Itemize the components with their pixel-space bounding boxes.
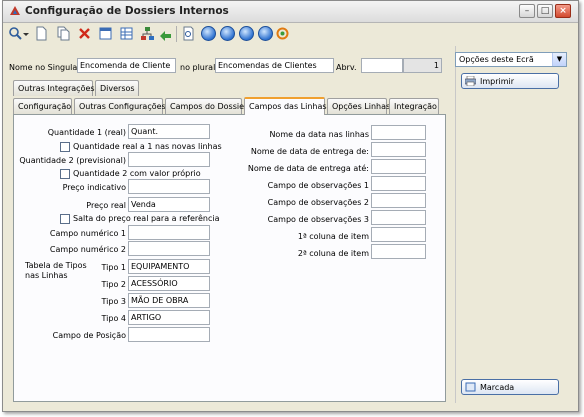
price-real-label: Preço real bbox=[86, 201, 126, 210]
marked-icon bbox=[465, 382, 476, 392]
qty2-checkbox-label: Quantidade 2 com valor próprio bbox=[73, 169, 201, 178]
record-number-field: 1 bbox=[403, 58, 442, 73]
tab-diversos[interactable]: Diversos bbox=[95, 80, 139, 96]
tab-integracao[interactable]: Integração bbox=[389, 98, 439, 114]
last-record-icon[interactable] bbox=[258, 26, 273, 41]
types-table-label: Tabela de Tipos nas Linhas bbox=[25, 261, 87, 280]
print-button[interactable]: Imprimir bbox=[461, 73, 559, 89]
delivery-from-label: Nome de data de entrega de: bbox=[250, 147, 369, 156]
minimize-button[interactable]: – bbox=[519, 4, 535, 18]
qty2-own-value-checkbox[interactable] bbox=[60, 169, 70, 179]
position-input[interactable] bbox=[128, 327, 210, 342]
obs3-label: Campo de observações 3 bbox=[267, 215, 369, 224]
tab-campos-das-linhas[interactable]: Campos das Linhas bbox=[244, 97, 327, 115]
type1-input[interactable]: EQUIPAMENTO bbox=[128, 259, 210, 274]
first-record-icon[interactable] bbox=[201, 26, 216, 41]
qty1-real-checkbox[interactable] bbox=[60, 142, 70, 152]
qty1-checkbox-label: Quantidade real a 1 nas novas linhas bbox=[73, 142, 222, 151]
obs2-label: Campo de observações 2 bbox=[267, 198, 369, 207]
chevron-down-icon: ▼ bbox=[552, 53, 566, 66]
search-icon[interactable] bbox=[8, 26, 23, 41]
transfer-icon[interactable] bbox=[158, 26, 173, 41]
refresh-icon[interactable] bbox=[275, 26, 290, 41]
date-name-input[interactable] bbox=[371, 125, 426, 140]
maximize-button[interactable]: □ bbox=[537, 4, 553, 18]
price-indicative-input[interactable] bbox=[128, 179, 210, 194]
type4-input[interactable]: ARTIGO bbox=[128, 310, 210, 325]
marked-button-label: Marcada bbox=[480, 383, 515, 392]
title-bar: Configuração de Dossiers Internos – □ × bbox=[3, 1, 578, 23]
item-col1-label: 1ª coluna de item bbox=[297, 232, 369, 241]
hierarchy-icon[interactable] bbox=[140, 26, 155, 41]
qty1-input[interactable]: Quant. bbox=[128, 124, 210, 139]
printer-icon bbox=[465, 76, 476, 86]
obs2-input[interactable] bbox=[371, 193, 426, 208]
toolbar bbox=[3, 22, 578, 46]
skip-price-checkbox[interactable] bbox=[60, 214, 70, 224]
item-col2-input[interactable] bbox=[371, 244, 426, 259]
date-name-label: Nome da data nas linhas bbox=[269, 130, 369, 139]
qty2-label: Quantidade 2 (previsional) bbox=[19, 156, 126, 165]
item-col2-label: 2ª coluna de item bbox=[297, 249, 369, 258]
delivery-from-input[interactable] bbox=[371, 142, 426, 157]
price-indicative-label: Preço indicativo bbox=[62, 183, 126, 192]
tab-outras-configuracoes[interactable]: Outras Configurações bbox=[74, 98, 166, 114]
tab-campos-do-dossier[interactable]: Campos do Dossier bbox=[165, 98, 247, 114]
obs1-label: Campo de observações 1 bbox=[267, 181, 369, 190]
skip-price-checkbox-label: Salta do preço real para a referência bbox=[73, 214, 220, 223]
item-col1-input[interactable] bbox=[371, 227, 426, 242]
tab-outras-integracoes[interactable]: Outras Integrações bbox=[13, 80, 95, 96]
tab-opcoes-linhas[interactable]: Opções Linhas bbox=[327, 98, 390, 114]
app-icon bbox=[10, 6, 20, 15]
plural-label: no plural bbox=[180, 63, 216, 72]
numeric2-input[interactable] bbox=[128, 241, 210, 256]
obs3-input[interactable] bbox=[371, 210, 426, 225]
numeric1-input[interactable] bbox=[128, 225, 210, 240]
type2-label: Tipo 2 bbox=[101, 280, 126, 289]
previous-record-icon[interactable] bbox=[220, 26, 235, 41]
print-preview-icon[interactable] bbox=[181, 26, 196, 41]
abrv-label: Abrv. bbox=[336, 63, 357, 72]
screen-options-value: Opções deste Ecrã bbox=[459, 55, 534, 64]
plural-name-input[interactable]: Encomendas de Clientes bbox=[215, 58, 334, 73]
qty1-label: Quantidade 1 (real) bbox=[47, 128, 126, 137]
close-button[interactable]: × bbox=[555, 4, 571, 18]
numeric1-label: Campo numérico 1 bbox=[49, 229, 126, 238]
screen-options-select[interactable]: Opções deste Ecrã ▼ bbox=[455, 52, 567, 67]
print-button-label: Imprimir bbox=[480, 77, 515, 86]
delivery-to-input[interactable] bbox=[371, 159, 426, 174]
type3-label: Tipo 3 bbox=[101, 297, 126, 306]
marked-button[interactable]: Marcada bbox=[461, 379, 559, 395]
type2-input[interactable]: ACESSÓRIO bbox=[128, 276, 210, 291]
singular-label: Nome no Singular bbox=[9, 63, 81, 72]
window-title: Configuração de Dossiers Internos bbox=[25, 5, 229, 17]
numeric2-label: Campo numérico 2 bbox=[49, 245, 126, 254]
delivery-to-label: Nome de data de entrega até: bbox=[247, 164, 369, 173]
abrv-input[interactable] bbox=[361, 58, 403, 73]
type1-label: Tipo 1 bbox=[101, 263, 126, 272]
copy-document-icon[interactable] bbox=[56, 26, 71, 41]
grid-icon[interactable] bbox=[119, 26, 134, 41]
next-record-icon[interactable] bbox=[239, 26, 254, 41]
type3-input[interactable]: MÃO DE OBRA bbox=[128, 293, 210, 308]
singular-name-input[interactable]: Encomenda de Cliente bbox=[77, 58, 176, 73]
search-dropdown-icon[interactable] bbox=[22, 26, 30, 41]
app-window: Configuração de Dossiers Internos – □ × … bbox=[2, 0, 579, 412]
side-panel bbox=[455, 46, 574, 403]
tab-configuracao[interactable]: Configuração bbox=[13, 98, 72, 114]
position-label: Campo de Posição bbox=[52, 331, 126, 340]
qty2-input[interactable] bbox=[128, 152, 210, 167]
toolbar-separator bbox=[176, 26, 177, 42]
type4-label: Tipo 4 bbox=[101, 314, 126, 323]
obs1-input[interactable] bbox=[371, 176, 426, 191]
price-real-input[interactable]: Venda bbox=[128, 197, 210, 212]
new-document-icon[interactable] bbox=[34, 26, 49, 41]
delete-icon[interactable] bbox=[77, 26, 92, 41]
properties-icon[interactable] bbox=[98, 26, 113, 41]
